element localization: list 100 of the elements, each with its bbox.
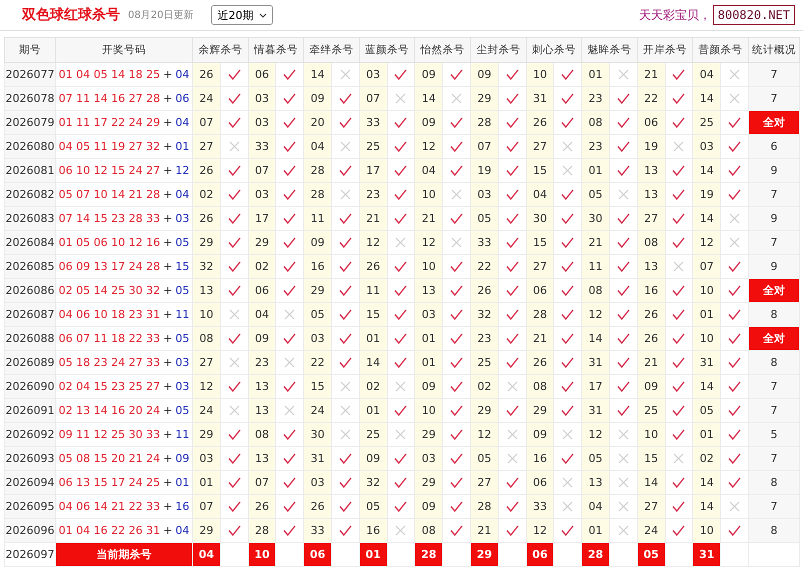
kill-number: 27: [192, 134, 220, 158]
kill-number: 09: [414, 374, 443, 398]
current-kill-number: 06: [304, 543, 331, 566]
kill-number: 01: [359, 398, 388, 422]
kill-number: 33: [359, 110, 388, 134]
main-numbers: 02 05 14 25 30 32: [58, 284, 160, 297]
plus-sign: +: [163, 164, 172, 177]
kill-number: 29: [470, 398, 498, 422]
kill-number: 07: [248, 158, 276, 182]
summary-cell: 7: [748, 494, 800, 518]
kill-number: 02: [692, 446, 721, 470]
kill-number: 10: [414, 254, 443, 278]
plus-sign: +: [163, 524, 172, 537]
kill-number: 05: [304, 302, 332, 326]
kill-number: 12: [192, 374, 220, 398]
summary-cell: 6: [748, 134, 800, 158]
promo-text: 天天彩宝贝，: [638, 6, 711, 24]
issue-cell: 2026097: [4, 542, 56, 566]
bonus-number: 11: [175, 308, 190, 321]
kill-number: 30: [582, 206, 610, 230]
kill-number: 27: [526, 134, 554, 158]
summary-cell: 5: [748, 422, 800, 446]
summary-cell: 8: [748, 350, 800, 374]
plus-sign: +: [163, 428, 172, 441]
kill-number: 28: [470, 494, 498, 518]
kill-number: 07: [248, 470, 276, 494]
bonus-number: 05: [175, 404, 190, 417]
kill-number: 06: [526, 470, 554, 494]
kill-number: 03: [192, 446, 220, 470]
kill-number: 23: [582, 86, 610, 110]
bonus-number: 05: [175, 236, 190, 249]
column-header: 尘封杀号: [470, 38, 526, 62]
kill-number: 20: [304, 110, 332, 134]
kill-number: 30: [526, 206, 554, 230]
summary-cell: 8: [748, 518, 800, 542]
bonus-number: 15: [175, 260, 190, 273]
kill-number: 16: [637, 278, 666, 302]
summary-cell: 8: [748, 302, 800, 326]
kill-number: 24: [192, 398, 220, 422]
kill-number: 31: [526, 86, 554, 110]
kill-number: 26: [192, 62, 220, 86]
kill-number: 11: [304, 206, 332, 230]
kill-number: 23: [470, 326, 498, 350]
kill-number: 28: [304, 158, 332, 182]
kill-number: 19: [692, 182, 721, 206]
kill-number: 08: [582, 110, 610, 134]
issue-cell: 2026091: [4, 398, 56, 422]
column-header: 期号: [4, 38, 56, 62]
kill-number: 07: [470, 134, 498, 158]
main-numbers: 01 04 05 14 18 25: [58, 68, 160, 81]
kill-number: 13: [637, 158, 666, 182]
kill-number: 27: [192, 350, 220, 374]
current-kill-number: 31: [693, 543, 720, 566]
bonus-number: 01: [175, 140, 190, 153]
kill-number: 02: [192, 182, 220, 206]
plus-sign: +: [163, 68, 172, 81]
kill-number: 15: [526, 230, 554, 254]
kill-number: 09: [414, 62, 443, 86]
bonus-number: 16: [175, 500, 190, 513]
kill-number: 12: [582, 302, 610, 326]
kill-number: 03: [692, 134, 721, 158]
summary-cell: 7: [748, 230, 800, 254]
summary-badge: 全对: [749, 111, 799, 134]
kill-number: 33: [470, 230, 498, 254]
kill-number: 17: [582, 374, 610, 398]
kill-number: 16: [304, 254, 332, 278]
issue-cell: 2026085: [4, 254, 56, 278]
kill-number: 31: [582, 350, 610, 374]
kill-number: 13: [637, 254, 666, 278]
kill-number: 25: [359, 134, 388, 158]
main-numbers: 06 10 12 15 24 27: [58, 164, 160, 177]
plus-sign: +: [163, 308, 172, 321]
site-link[interactable]: 800820.NET: [712, 5, 795, 25]
kill-number: 09: [359, 446, 388, 470]
column-header: 昔颜杀号: [692, 38, 748, 62]
kill-number: 10: [692, 278, 721, 302]
kill-number: 21: [637, 350, 666, 374]
kill-number: 12: [526, 518, 554, 542]
kill-number: 26: [637, 326, 666, 350]
kill-number: 15: [359, 302, 388, 326]
kill-number: 27: [470, 470, 498, 494]
kill-number: 03: [248, 110, 276, 134]
main-numbers: 02 13 14 16 20 24: [58, 404, 160, 417]
kill-number: 03: [248, 182, 276, 206]
plus-sign: +: [163, 284, 172, 297]
kill-number: 14: [692, 206, 721, 230]
kill-number: 14: [692, 374, 721, 398]
period-select[interactable]: 近20期: [211, 5, 274, 25]
kill-number: 14: [692, 470, 721, 494]
plus-sign: +: [163, 140, 172, 153]
kill-number: 27: [637, 494, 666, 518]
plus-sign: +: [163, 500, 172, 513]
plus-sign: +: [163, 188, 172, 201]
kill-number: 29: [304, 278, 332, 302]
kill-number: 29: [414, 470, 443, 494]
main-numbers: 05 07 10 14 21 28: [58, 188, 160, 201]
issue-cell: 2026092: [4, 422, 56, 446]
kill-number: 10: [414, 398, 443, 422]
kill-number: 29: [192, 230, 220, 254]
main-numbers: 05 08 15 20 21 24: [58, 452, 160, 465]
